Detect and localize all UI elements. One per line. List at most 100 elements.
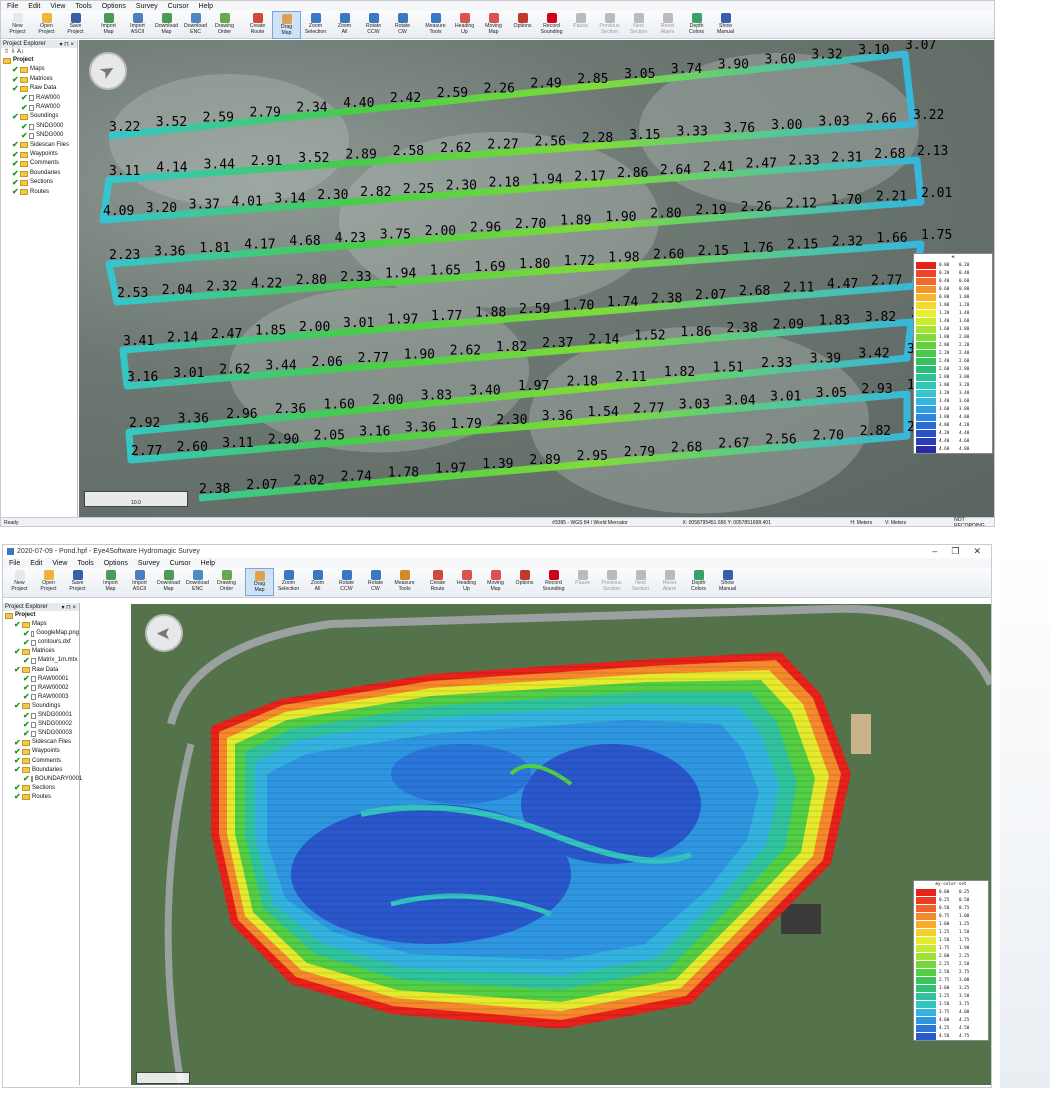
map-view[interactable]: ➤ my-color-set 0.00 0.25 0.25 0.50 0.50 0.75 0.… (131, 604, 991, 1085)
moving-map-button[interactable]: Moving Map (479, 11, 508, 39)
checkbox-icon[interactable]: ✔ (14, 702, 21, 710)
tree-item[interactable]: ✔ RAW000 (3, 103, 77, 112)
checkbox-icon[interactable]: ✔ (12, 75, 19, 83)
create-route-button[interactable]: Create Route (423, 568, 452, 596)
north-arrow-button[interactable]: ➤ (145, 614, 183, 652)
drag-map-button[interactable]: Drag Map (272, 11, 301, 39)
tree-item[interactable]: ✔ RAW00002 (5, 684, 79, 693)
depth-colors-button[interactable]: Depth Colors (682, 11, 711, 39)
checkbox-icon[interactable]: ✔ (12, 113, 19, 121)
menu-view[interactable]: View (52, 560, 67, 567)
tree-item[interactable]: ✔ RAW00001 (5, 675, 79, 684)
checkbox-icon[interactable]: ✔ (23, 775, 30, 783)
tree-item[interactable]: ✔ Soundings (3, 112, 77, 121)
menu-cursor[interactable]: Cursor (168, 3, 189, 10)
checkbox-icon[interactable]: ✔ (23, 720, 30, 728)
checkbox-icon[interactable]: ✔ (12, 66, 19, 74)
zoom-all-button[interactable]: Zoom All (303, 568, 332, 596)
checkbox-icon[interactable]: ✔ (14, 747, 21, 755)
tree-item[interactable]: ✔ Raw Data (3, 84, 77, 93)
tree-item[interactable]: Project (3, 56, 77, 65)
tree-item[interactable]: ✔ contours.dxf (5, 638, 79, 647)
import-map-button[interactable]: Import Map (94, 11, 123, 39)
checkbox-icon[interactable]: ✔ (14, 620, 21, 628)
new-project-button[interactable]: New Project (3, 11, 32, 39)
tree-item[interactable]: ✔ Raw Data (5, 666, 79, 675)
maximize-button[interactable]: ❐ (951, 546, 959, 557)
show-manual-button[interactable]: Show Manual (711, 11, 740, 39)
close-button[interactable]: ✕ (973, 546, 981, 557)
menu-tools[interactable]: Tools (77, 560, 93, 567)
rotate-cw-button[interactable]: Rotate CW (361, 568, 390, 596)
tree-item[interactable]: ✔ Boundaries (5, 766, 79, 775)
checkbox-icon[interactable]: ✔ (21, 94, 28, 102)
minimize-button[interactable]: – (932, 546, 937, 557)
tree-item[interactable]: ✔ Maps (5, 620, 79, 629)
tree-item[interactable]: ✔ Maps (3, 65, 77, 74)
rotate-ccw-button[interactable]: Rotate CCW (332, 568, 361, 596)
drawing-order-button[interactable]: Drawing Order (210, 11, 239, 39)
tree-item[interactable]: Project (5, 611, 79, 620)
tree-item[interactable]: ✔ SNDG00002 (5, 720, 79, 729)
menu-options[interactable]: Options (104, 560, 128, 567)
menu-edit[interactable]: Edit (28, 3, 40, 10)
rotate-cw-button[interactable]: Rotate CW (388, 11, 417, 39)
tree-item[interactable]: ✔ Routes (3, 188, 77, 197)
tree-item[interactable]: ✔ SNDG000 (3, 131, 77, 140)
zoom-selection-button[interactable]: Zoom Selection (274, 568, 303, 596)
rotate-ccw-button[interactable]: Rotate CCW (359, 11, 388, 39)
panel-pin-controls[interactable]: ▾ ⊓ × (59, 41, 74, 48)
checkbox-icon[interactable]: ✔ (14, 766, 21, 774)
checkbox-icon[interactable]: ✔ (12, 160, 19, 168)
menu-file[interactable]: File (7, 3, 18, 10)
tree-item[interactable]: ✔ Boundaries (3, 169, 77, 178)
menu-cursor[interactable]: Cursor (170, 560, 191, 567)
map-view[interactable]: 3.22 3.52 2.59 2.79 2.34 4.40 2.42 2.59 2.26 2.49… (79, 40, 994, 517)
checkbox-icon[interactable]: ✔ (12, 169, 19, 177)
tree-item[interactable]: ✔ SNDG000 (3, 122, 77, 131)
checkbox-icon[interactable]: ✔ (14, 757, 21, 765)
tree-item[interactable]: ✔ SNDG00003 (5, 729, 79, 738)
menu-file[interactable]: File (9, 560, 20, 567)
menu-view[interactable]: View (50, 3, 65, 10)
tree-item[interactable]: ✔ Sections (3, 178, 77, 187)
tree-item[interactable]: ✔ RAW000 (3, 94, 77, 103)
tree-item[interactable]: ✔ Matrices (3, 75, 77, 84)
menu-survey[interactable]: Survey (136, 3, 158, 10)
tree-item[interactable]: ✔ Matrices (5, 647, 79, 656)
zoom-selection-button[interactable]: Zoom Selection (301, 11, 330, 39)
measure-tools-button[interactable]: Measure Tools (390, 568, 419, 596)
create-route-button[interactable]: Create Route (243, 11, 272, 39)
tree-item[interactable]: ✔ Waypoints (3, 150, 77, 159)
options-button[interactable]: Options (510, 568, 539, 596)
zoom-all-button[interactable]: Zoom All (330, 11, 359, 39)
tree-item[interactable]: ✔ GoogleMap.png (5, 629, 79, 638)
checkbox-icon[interactable]: ✔ (23, 675, 30, 683)
checkbox-icon[interactable]: ✔ (23, 729, 30, 737)
download-map-button[interactable]: Download Map (152, 11, 181, 39)
show-manual-button[interactable]: Show Manual (713, 568, 742, 596)
download-enc-button[interactable]: Download ENC (183, 568, 212, 596)
moving-map-button[interactable]: Moving Map (481, 568, 510, 596)
checkbox-icon[interactable]: ✔ (12, 188, 19, 196)
open-project-button[interactable]: Open Project (34, 568, 63, 596)
measure-tools-button[interactable]: Measure Tools (421, 11, 450, 39)
menu-help[interactable]: Help (199, 3, 213, 10)
checkbox-icon[interactable]: ✔ (14, 666, 21, 674)
record-sounding-button[interactable]: Record Sounding (537, 11, 566, 39)
checkbox-icon[interactable]: ✔ (21, 131, 28, 139)
checkbox-icon[interactable]: ✔ (23, 684, 30, 692)
new-project-button[interactable]: New Project (5, 568, 34, 596)
checkbox-icon[interactable]: ✔ (12, 84, 19, 92)
save-project-button[interactable]: Save Project (63, 568, 92, 596)
checkbox-icon[interactable]: ✔ (21, 103, 28, 111)
tree-item[interactable]: ✔ Routes (5, 793, 79, 802)
options-button[interactable]: Options (508, 11, 537, 39)
checkbox-icon[interactable]: ✔ (12, 150, 19, 158)
checkbox-icon[interactable]: ✔ (14, 738, 21, 746)
checkbox-icon[interactable]: ✔ (14, 793, 21, 801)
save-project-button[interactable]: Save Project (61, 11, 90, 39)
download-map-button[interactable]: Download Map (154, 568, 183, 596)
checkbox-icon[interactable]: ✔ (23, 657, 30, 665)
checkbox-icon[interactable]: ✔ (23, 629, 30, 637)
